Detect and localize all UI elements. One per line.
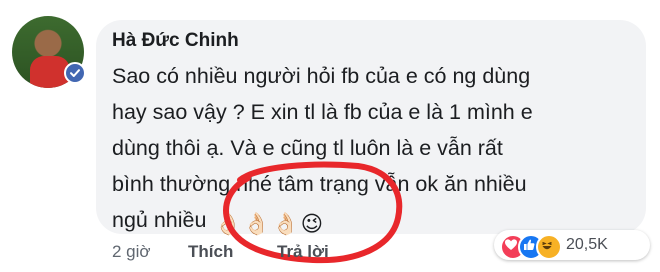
comment-line: Sao có nhiều người hỏi fb của e có ng dù… bbox=[112, 64, 531, 88]
emoji-group: 👌🏻👌🏻👌🏻😉 bbox=[214, 206, 325, 242]
verified-badge-icon bbox=[64, 62, 86, 84]
reaction-count: 20,5K bbox=[566, 236, 608, 253]
comment-line-text: ngủ nhiều bbox=[112, 208, 207, 232]
haha-icon bbox=[536, 234, 562, 260]
comment-text: Sao có nhiều người hỏi fb của e có ng dù… bbox=[112, 58, 632, 242]
ok-hand-emoji: 👌🏻 bbox=[243, 212, 270, 236]
wink-emoji: 😉 bbox=[300, 212, 324, 236]
like-button[interactable]: Thích bbox=[188, 242, 233, 262]
comment-line: hay sao vậy ? E xin tl là fb của e là 1 … bbox=[112, 100, 533, 124]
comment-line: dùng thôi ạ. Và e cũng tl luôn là e vẫn … bbox=[112, 136, 503, 160]
comment-card: Hà Đức Chinh Sao có nhiều người hỏi fb c… bbox=[0, 0, 660, 272]
comment-line: bình thường nhé tâm trạng vẫn ok ăn nhiề… bbox=[112, 172, 527, 196]
ok-hand-emoji: 👌🏻 bbox=[214, 212, 242, 236]
reaction-summary[interactable]: 20,5K bbox=[494, 230, 650, 260]
ok-hand-emoji: 👌🏻 bbox=[272, 212, 299, 236]
comment-timestamp[interactable]: 2 giờ bbox=[112, 242, 151, 262]
comment-author[interactable]: Hà Đức Chinh bbox=[112, 30, 239, 52]
reply-button[interactable]: Trả lời bbox=[277, 242, 329, 262]
